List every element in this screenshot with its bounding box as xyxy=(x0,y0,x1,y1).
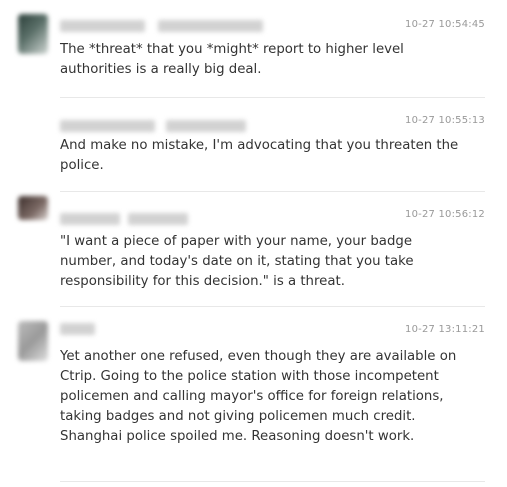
username-redacted-extra xyxy=(166,120,246,132)
comment-text: And make no mistake, I'm advocating that… xyxy=(60,138,459,173)
comment-item: 10-27 10:55:13 And make no mistake, I'm … xyxy=(0,98,507,191)
avatar[interactable] xyxy=(18,321,48,361)
username-redacted[interactable] xyxy=(60,323,95,335)
comment-item: 10-27 10:56:12 "I want a piece of paper … xyxy=(0,192,507,306)
comment-item: 10-27 13:11:21 Yet another one refused, … xyxy=(0,307,507,482)
avatar[interactable] xyxy=(18,14,48,54)
username-redacted[interactable] xyxy=(60,213,120,225)
avatar[interactable] xyxy=(18,196,48,220)
divider xyxy=(60,481,485,482)
comment-timestamp: 10-27 10:56:12 xyxy=(405,209,485,220)
username-redacted-extra xyxy=(128,213,188,225)
username-redacted[interactable] xyxy=(60,20,145,32)
username-redacted-extra xyxy=(158,20,263,32)
comment-timestamp: 10-27 10:55:13 xyxy=(405,115,485,126)
comment-timestamp: 10-27 10:54:45 xyxy=(405,19,485,30)
comment-text: Yet another one refused, even though the… xyxy=(60,349,457,444)
comment-text: "I want a piece of paper with your name,… xyxy=(60,234,414,289)
comment-text: The *threat* that you *might* report to … xyxy=(60,42,404,77)
comment-item: 10-27 10:54:45 The *threat* that you *mi… xyxy=(0,0,507,98)
username-redacted[interactable] xyxy=(60,120,155,132)
comment-timestamp: 10-27 13:11:21 xyxy=(405,324,485,335)
